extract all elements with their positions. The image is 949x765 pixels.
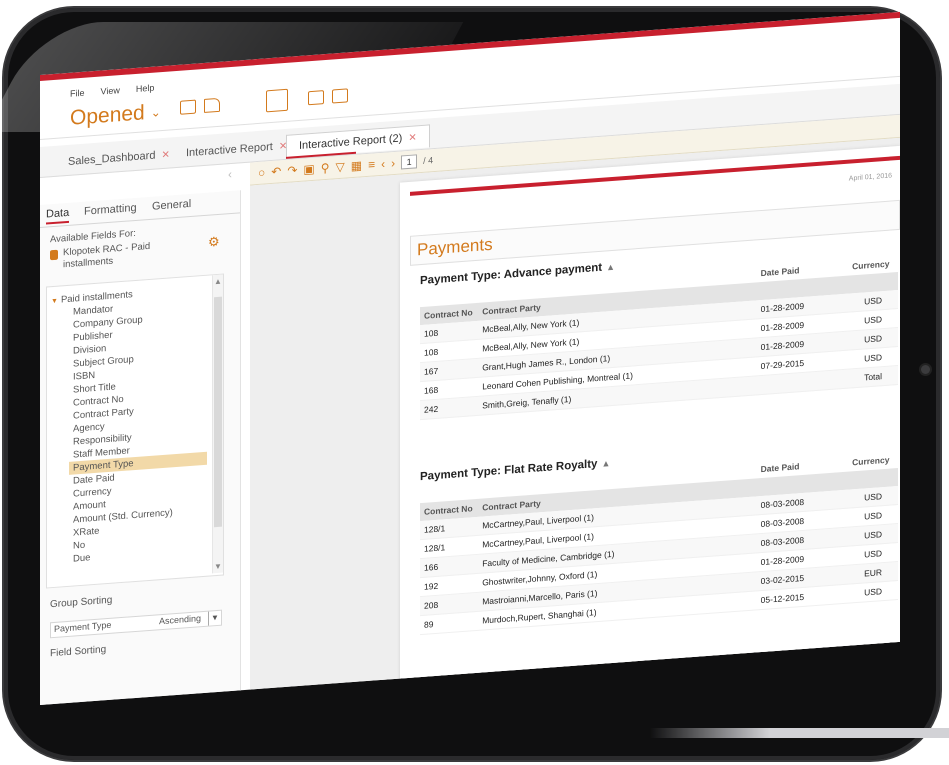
new-document-icon[interactable] (204, 97, 220, 113)
data-source: Klopotek RAC - Paid installments (50, 241, 150, 272)
menu-view[interactable]: View (101, 85, 120, 96)
payment-section: Payment Type: Flat Rate Royalty ▲ Date Pai… (420, 436, 900, 635)
close-icon[interactable]: ✕ (408, 132, 416, 144)
menu-help[interactable]: Help (136, 83, 155, 94)
edit-toolbar (266, 88, 288, 113)
cell-contract-no: 89 (420, 611, 479, 635)
scrollbar[interactable]: ▲ ▼ (212, 274, 223, 574)
sort-field: Payment Type (54, 619, 112, 634)
sort-up-icon[interactable]: ▲ (601, 458, 610, 469)
fields: Mandator Company Group Publisher Division Su… (69, 296, 207, 566)
page-total: / 4 (423, 155, 434, 166)
chevron-down-icon[interactable]: ▼ (214, 562, 222, 572)
chevron-up-icon[interactable]: ▲ (214, 277, 222, 287)
undo-icon[interactable]: ↶ (271, 164, 281, 179)
payment-section: Payment Type: Advance payment ▲ Date Paid C… (420, 240, 900, 420)
zoom-icon[interactable]: ⚲ (321, 161, 330, 176)
report-page: April 01, 2016 Payments Payment Type: Ad… (400, 145, 900, 706)
circle-icon[interactable]: ○ (258, 165, 265, 180)
tablet-screen: File View Help Opened ⌄ Sales_Dashboard ✕… (40, 11, 900, 706)
database-icon (50, 249, 58, 261)
tab-label: Interactive Report (2) (299, 132, 403, 152)
field-sorting-label: Field Sorting (50, 644, 107, 660)
source-line-2: installments (63, 255, 114, 271)
data-source-name: Klopotek RAC - Paid installments (63, 241, 150, 271)
menu-bar: File View Help (70, 83, 154, 99)
group-sort-row[interactable]: Payment Type Ascending ▼ (50, 609, 222, 639)
filter-icon[interactable]: ▽ (336, 160, 345, 175)
menu-file[interactable]: File (70, 88, 85, 99)
tab-formatting[interactable]: Formatting (84, 202, 137, 218)
tab-data[interactable]: Data (46, 206, 70, 225)
cell-currency: USD (848, 580, 898, 604)
scroll-thumb[interactable] (214, 296, 222, 528)
tab-label: Sales_Dashboard (68, 149, 156, 168)
save-toolbar (308, 88, 348, 106)
next-page-icon[interactable]: › (391, 156, 395, 170)
tab-label: Interactive Report (186, 140, 273, 160)
report-title: Payments (417, 234, 493, 260)
group-sorting-label: Group Sorting (50, 594, 113, 611)
list-icon[interactable]: ≡ (368, 157, 375, 172)
opened-label: Opened (70, 101, 145, 130)
tab-sales-dashboard[interactable]: Sales_Dashboard ✕ (56, 143, 182, 174)
report-date: April 01, 2016 (848, 172, 892, 183)
save-icon[interactable] (308, 90, 324, 106)
close-icon[interactable]: ✕ (161, 149, 169, 161)
camera-dot (921, 365, 930, 374)
opened-dropdown[interactable]: Opened ⌄ (70, 100, 161, 131)
expand-icon: ▼ (51, 297, 58, 306)
redo-icon[interactable]: ↷ (287, 163, 297, 178)
file-toolbar (180, 97, 220, 115)
cell-contract-no: 242 (420, 396, 479, 420)
sort-up-icon[interactable]: ▲ (606, 262, 615, 273)
field-panel: Data Formatting General Available Fields… (40, 190, 241, 706)
save-as-icon[interactable] (332, 88, 348, 104)
collapse-panel-icon[interactable]: ‹ (228, 167, 232, 181)
panel-tabs: Data Formatting General (40, 190, 240, 228)
chevron-down-icon: ⌄ (150, 105, 161, 120)
insert-icon[interactable]: ▣ (303, 162, 314, 177)
sort-order: Ascending (159, 613, 202, 627)
report-canvas: April 01, 2016 Payments Payment Type: Ad… (250, 137, 900, 706)
dropdown-icon[interactable]: ▼ (208, 610, 221, 626)
open-folder-icon[interactable] (180, 99, 196, 115)
gear-icon[interactable]: ⚙ (208, 234, 220, 251)
table-icon[interactable]: ▦ (351, 158, 362, 173)
cell-currency: Total (848, 365, 898, 389)
table-shadow (650, 728, 949, 738)
page-number-input[interactable]: 1 (401, 154, 418, 170)
edit-icon[interactable] (266, 88, 288, 113)
tab-general[interactable]: General (152, 198, 191, 213)
field-list: ▼ Paid installments Mandator Company Group… (46, 273, 224, 589)
prev-page-icon[interactable]: ‹ (381, 157, 385, 171)
